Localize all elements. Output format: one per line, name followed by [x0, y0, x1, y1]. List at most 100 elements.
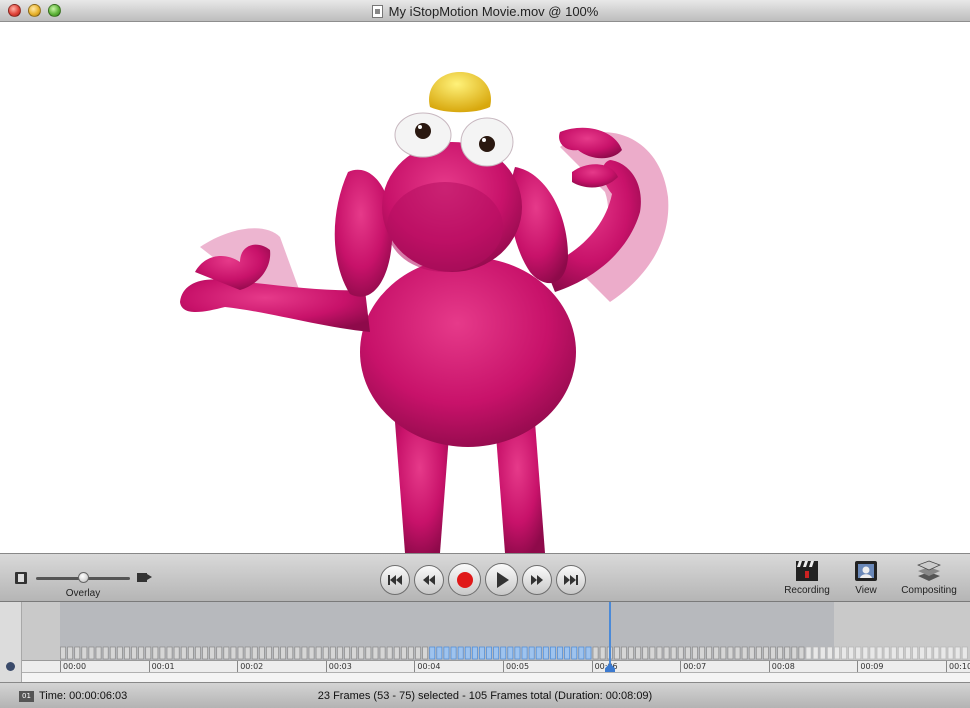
frame-cell[interactable]: [890, 646, 897, 660]
frame-cell[interactable]: [635, 646, 642, 660]
frame-cell[interactable]: [301, 646, 308, 660]
frame-cell[interactable]: [422, 646, 429, 660]
frame-cell[interactable]: [699, 646, 705, 660]
frame-cell[interactable]: [727, 646, 734, 660]
frame-cell[interactable]: [230, 646, 237, 660]
frame-cell[interactable]: [344, 646, 350, 660]
frame-cell[interactable]: [244, 646, 251, 660]
frame-cell[interactable]: [187, 646, 194, 660]
frame-cell[interactable]: [926, 646, 933, 660]
frame-cell[interactable]: [358, 646, 365, 660]
frame-cell[interactable]: [599, 646, 606, 660]
frame-cell[interactable]: [961, 646, 968, 660]
frame-cell[interactable]: [131, 646, 137, 660]
frame-cell[interactable]: [195, 646, 201, 660]
frame-cell[interactable]: [379, 646, 386, 660]
frame-cell[interactable]: [322, 646, 329, 660]
frame-cell[interactable]: [493, 646, 500, 660]
frame-cell[interactable]: [507, 646, 514, 660]
frame-cell[interactable]: [464, 646, 471, 660]
frame-cell[interactable]: [429, 646, 436, 660]
frame-cell[interactable]: [897, 646, 904, 660]
frame-cell[interactable]: [784, 646, 791, 660]
frame-cell[interactable]: [528, 646, 535, 660]
frame-cell[interactable]: [571, 646, 578, 660]
frame-cell[interactable]: [209, 646, 216, 660]
frame-cell[interactable]: [386, 646, 393, 660]
frame-cell[interactable]: [876, 646, 883, 660]
skip-to-start-button[interactable]: [380, 564, 410, 595]
frame-cell[interactable]: [337, 646, 343, 660]
frame-cell[interactable]: [791, 646, 798, 660]
frame-cell[interactable]: [500, 646, 507, 660]
frame-cell[interactable]: [436, 646, 443, 660]
frame-cell[interactable]: [684, 646, 691, 660]
frame-cell[interactable]: [585, 646, 592, 660]
frame-cell[interactable]: [734, 646, 741, 660]
frame-cell[interactable]: [95, 646, 102, 660]
frame-cell[interactable]: [166, 646, 173, 660]
frame-cell[interactable]: [954, 646, 961, 660]
compositing-tool-button[interactable]: Compositing: [897, 560, 961, 596]
frame-cell[interactable]: [216, 646, 223, 660]
frame-cell[interactable]: [457, 646, 464, 660]
frame-cell[interactable]: [542, 646, 549, 660]
frame-cell[interactable]: [770, 646, 776, 660]
frame-cell[interactable]: [755, 646, 762, 660]
frame-cell[interactable]: [145, 646, 152, 660]
frame-cell[interactable]: [67, 646, 74, 660]
frame-cell[interactable]: [642, 646, 649, 660]
record-button[interactable]: [448, 563, 481, 596]
frame-cell[interactable]: [479, 646, 485, 660]
timeline-scrollbar[interactable]: [22, 672, 970, 682]
frame-cell[interactable]: [521, 646, 528, 660]
frame-cell[interactable]: [408, 646, 414, 660]
frame-cell[interactable]: [805, 646, 812, 660]
frame-cell[interactable]: [777, 646, 784, 660]
frame-cell[interactable]: [834, 646, 840, 660]
frame-cell[interactable]: [351, 646, 358, 660]
frame-cell[interactable]: [621, 646, 627, 660]
frame-cell[interactable]: [81, 646, 88, 660]
frame-cell[interactable]: [848, 646, 855, 660]
frame-cell[interactable]: [862, 646, 869, 660]
frame-cell[interactable]: [109, 646, 116, 660]
frame-cell[interactable]: [592, 646, 599, 660]
frame-cell[interactable]: [329, 646, 336, 660]
frame-cell[interactable]: [202, 646, 208, 660]
frame-cell[interactable]: [656, 646, 663, 660]
frame-cell[interactable]: [670, 646, 677, 660]
frame-cell[interactable]: [60, 646, 66, 660]
frame-cell[interactable]: [649, 646, 656, 660]
frame-cell[interactable]: [266, 646, 272, 660]
frame-cell[interactable]: [393, 646, 400, 660]
frame-cell[interactable]: [564, 646, 571, 660]
step-forward-button[interactable]: [522, 564, 552, 595]
frame-cell[interactable]: [841, 646, 847, 660]
frame-cell[interactable]: [308, 646, 315, 660]
frame-cell[interactable]: [237, 646, 244, 660]
frame-cell[interactable]: [514, 646, 521, 660]
recording-tool-button[interactable]: Recording: [782, 560, 832, 596]
frame-cell[interactable]: [400, 646, 407, 660]
frame-cell[interactable]: [663, 646, 670, 660]
frame-cell[interactable]: [365, 646, 372, 660]
frame-cell[interactable]: [280, 646, 287, 660]
frame-cell[interactable]: [706, 646, 713, 660]
playhead[interactable]: [609, 602, 611, 672]
timeline-ruler[interactable]: 00:00 00:01 00:02 00:03 00:04 00:05 00:06 00:07…: [22, 660, 970, 672]
frame-cell[interactable]: [947, 646, 954, 660]
skip-to-end-button[interactable]: [556, 564, 586, 595]
frame-cell[interactable]: [826, 646, 833, 660]
frame-cell[interactable]: [741, 646, 748, 660]
frame-cell[interactable]: [819, 646, 826, 660]
frame-cell[interactable]: [415, 646, 421, 660]
frame-cell[interactable]: [933, 646, 940, 660]
frame-cell[interactable]: [550, 646, 556, 660]
view-tool-button[interactable]: View: [848, 560, 884, 596]
frame-cell[interactable]: [578, 646, 585, 660]
frame-cell[interactable]: [450, 646, 457, 660]
frame-cell[interactable]: [102, 646, 109, 660]
step-back-button[interactable]: [414, 564, 444, 595]
frame-cell[interactable]: [535, 646, 542, 660]
